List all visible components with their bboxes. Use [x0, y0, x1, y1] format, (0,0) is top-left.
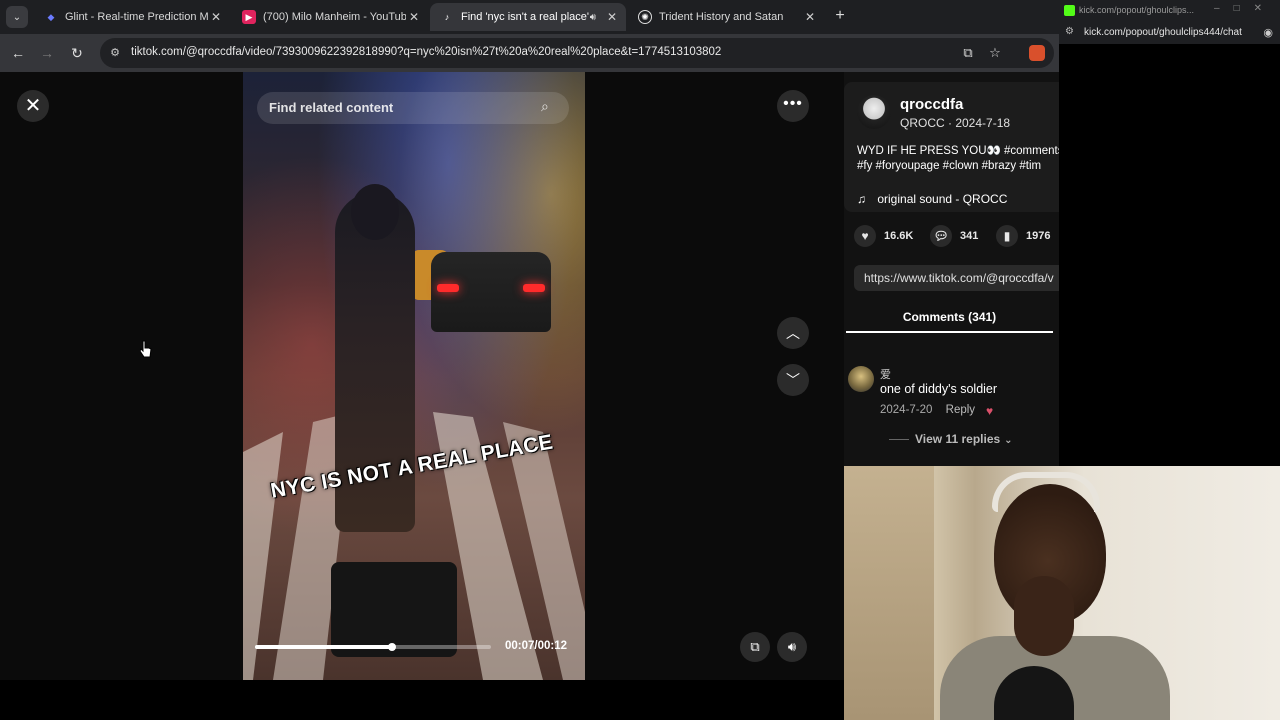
comments-tab[interactable]: Comments (341) [846, 303, 1053, 333]
more-options-button[interactable]: ••• [777, 90, 809, 122]
comment-count: 341 [960, 230, 979, 242]
address-url[interactable]: tiktok.com/@qroccdfa/video/7393009622392… [131, 46, 721, 58]
commenter-username[interactable]: 爱 [880, 366, 891, 382]
tab-search-button[interactable]: ⌄ [6, 6, 28, 28]
music-note-icon: ♫ [857, 192, 866, 206]
popout-url[interactable]: kick.com/popout/ghoulclips444/chat [1084, 27, 1242, 38]
music-title: original sound - QROCC [877, 192, 1008, 206]
youtube-icon: ▶ [242, 10, 256, 24]
comments-tab-label: Comments (341) [902, 310, 997, 324]
forward-button[interactable]: → [37, 43, 57, 63]
tab-title: Trident History and Satan [659, 11, 784, 23]
related-search-placeholder: Find related content [269, 100, 394, 115]
webcam-person-hand [1014, 576, 1074, 656]
tab-strip: ⌄ ◆ Glint - Real-time Prediction Ma ✕ ▶ … [0, 0, 1059, 34]
popout-title: kick.com/popout/ghoulclips... [1079, 5, 1195, 15]
bookmark-icon: ▮ [996, 225, 1018, 247]
tab-tiktok[interactable]: ♪ Find 'nyc isn't a real place' 🔊︎ ✕ [430, 3, 626, 31]
save-button[interactable]: ▮ 1976 [996, 224, 1050, 248]
music-link[interactable]: ♫ original sound - QROCC [857, 192, 1007, 206]
divider [889, 439, 909, 441]
author-username[interactable]: qroccdfa [900, 96, 963, 113]
webcam-overlay [844, 466, 1280, 720]
window-controls[interactable]: –□✕ [1214, 3, 1276, 14]
tab-chatgpt[interactable]: ✺ Trident History and Satan ✕ [628, 3, 824, 31]
save-count: 1976 [1026, 230, 1051, 242]
comment-meta: 2024-7-20 Reply [880, 404, 975, 416]
tiktok-icon: ♪ [444, 12, 450, 22]
close-video-button[interactable]: ✕ [17, 90, 49, 122]
openai-icon: ✺ [638, 10, 652, 24]
comment-item: 爱 one of diddy's soldier 2024-7-20 Reply… [848, 364, 1058, 454]
comment-button[interactable]: 💬︎ 341 [930, 224, 978, 248]
commenter-avatar[interactable] [848, 366, 874, 392]
audio-playing-icon[interactable]: 🔊︎ [590, 12, 596, 23]
volume-icon[interactable]: 🔊︎ [777, 632, 807, 662]
heart-icon: ♥ [854, 225, 876, 247]
kick-icon [1064, 5, 1075, 16]
miniplayer-icon[interactable]: ⧉ [740, 632, 770, 662]
install-app-icon[interactable]: ⧉ [960, 45, 976, 61]
new-tab-button[interactable]: + [831, 7, 849, 25]
share-link-field[interactable]: https://www.tiktok.com/@qroccdfa/v [854, 265, 1059, 291]
address-bar[interactable]: ⚙ tiktok.com/@qroccdfa/video/73930096223… [100, 38, 1054, 68]
related-search-field[interactable]: Find related content ⌕ [257, 92, 569, 124]
video-progress-bar[interactable] [255, 643, 491, 651]
view-replies-label: View 11 replies [915, 432, 1001, 446]
avatar[interactable] [857, 95, 891, 129]
author-subline: QROCC · 2024-7-18 [900, 116, 1011, 130]
kick-chat-popout: kick.com/popout/ghoulclips... –□✕ ⚙ kick… [1059, 0, 1280, 466]
video-player[interactable]: Find related content ⌕ NYC IS NOT A REAL… [243, 72, 585, 680]
video-stage: ✕ Find related content ⌕ NYC IS NOT A RE… [0, 72, 844, 680]
car-image [431, 252, 551, 332]
glint-icon: ◆ [47, 11, 55, 22]
author-card: qroccdfa QROCC · 2024-7-18 WYD IF HE PRE… [844, 82, 1059, 212]
description-line-1: WYD IF HE PRESS YOU👀 #comments [857, 145, 1059, 157]
person-head-image [351, 184, 399, 240]
site-info-icon[interactable]: ⚙ [1065, 26, 1074, 37]
site-info-icon[interactable]: ⚙ [108, 46, 122, 60]
webcam-person-cap [992, 472, 1100, 512]
video-progress-knob[interactable] [387, 643, 396, 651]
tab-title: (700) Milo Manheim - YouTube [263, 11, 406, 23]
door-image [844, 466, 934, 720]
popout-address-bar: ⚙ kick.com/popout/ghoulclips444/chat ◉ [1059, 22, 1280, 44]
comment-date: 2024-7-20 [880, 404, 933, 416]
browser-toolbar: ← → ↻ ⚙ tiktok.com/@qroccdfa/video/73930… [0, 34, 1059, 72]
previous-video-button[interactable]: ︿ [777, 317, 809, 349]
tab-glint[interactable]: ◆ Glint - Real-time Prediction Ma ✕ [34, 3, 230, 31]
engagement-stats: ♥ 16.6K 💬︎ 341 ▮ 1976 [854, 224, 1059, 248]
view-replies-button[interactable]: View 11 replies ⌄ [889, 432, 1013, 446]
tab-title: Find 'nyc isn't a real place' [461, 11, 589, 23]
close-tab-icon[interactable]: ✕ [604, 10, 620, 24]
popout-title-bar: kick.com/popout/ghoulclips... –□✕ [1059, 0, 1280, 22]
close-tab-icon[interactable]: ✕ [802, 10, 818, 24]
search-icon[interactable]: ⌕ [541, 98, 559, 116]
back-button[interactable]: ← [8, 43, 28, 63]
extension-icon[interactable] [1029, 45, 1045, 61]
tab-youtube[interactable]: ▶ (700) Milo Manheim - YouTube ✕ [232, 3, 428, 31]
creator-liked-icon: ♥ [986, 404, 994, 418]
tab-title: Glint - Real-time Prediction Ma [65, 11, 208, 23]
video-time: 00:07/00:12 [505, 640, 568, 652]
eye-off-icon[interactable]: ◉ [1263, 26, 1273, 39]
comment-bubble-icon: 💬︎ [930, 225, 952, 247]
description-line-2[interactable]: #fy #foryoupage #clown #brazy #tim [857, 159, 1059, 174]
close-tab-icon[interactable]: ✕ [208, 10, 224, 24]
chevron-down-icon: ⌄ [1004, 435, 1013, 446]
like-count: 16.6K [884, 230, 914, 242]
letterbox-bar [0, 680, 844, 720]
bookmark-star-icon[interactable]: ☆ [987, 45, 1003, 61]
reload-button[interactable]: ↻ [67, 43, 87, 63]
video-progress-fill [255, 645, 392, 649]
reply-button[interactable]: Reply [946, 404, 975, 416]
comment-text: one of diddy's soldier [880, 382, 998, 396]
next-video-button[interactable]: ﹀ [777, 364, 809, 396]
mouse-cursor-icon [140, 340, 152, 358]
close-tab-icon[interactable]: ✕ [406, 10, 422, 24]
like-button[interactable]: ♥ 16.6K [854, 224, 913, 248]
post-description: WYD IF HE PRESS YOU👀 #comments #fy #fory… [857, 144, 1059, 174]
